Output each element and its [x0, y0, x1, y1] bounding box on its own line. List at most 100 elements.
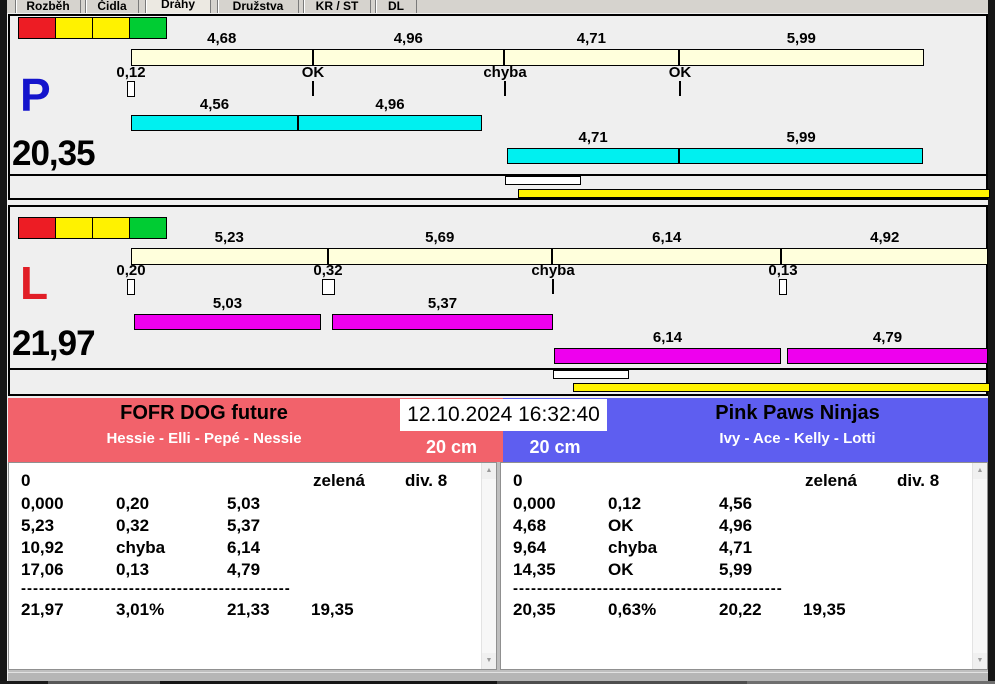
window-left-edge — [0, 0, 7, 684]
tab-rozbeh[interactable]: Rozběh — [15, 0, 81, 13]
lane-p-run-bar-1: 4,56 4,96 — [131, 96, 482, 131]
crossing-marker: chyba — [483, 64, 527, 81]
light-red-icon — [18, 217, 56, 239]
lane-l-run-bar-2b: 4,79 — [787, 329, 988, 364]
sensor-tick-icon — [127, 81, 135, 97]
lap-time: 4,96 — [719, 516, 753, 535]
split-time: 5,23 — [21, 516, 55, 535]
light-status: zelená — [805, 471, 857, 490]
split-time: 10,92 — [21, 538, 64, 557]
split-time: 4,68 — [513, 516, 547, 535]
change-value: 0,13 — [116, 560, 150, 579]
run-time: 4,79 — [872, 329, 903, 346]
start-value: 0 — [513, 471, 523, 490]
lap-time: 5,03 — [227, 494, 261, 513]
right-results-scrollbar[interactable]: ▲ ▼ — [972, 463, 987, 669]
split-time: 0,000 — [21, 494, 64, 513]
change-value: 0,32 — [116, 516, 150, 535]
lane-l-total-time: 21,97 — [12, 324, 96, 363]
tab-label: Rozběh — [26, 0, 70, 13]
split-time: 9,64 — [513, 538, 547, 557]
scroll-up-icon[interactable]: ▲ — [482, 463, 496, 479]
lane-p-total-time: 20,35 — [12, 134, 96, 173]
lap-time: 4,71 — [719, 538, 753, 557]
tab-drahy[interactable]: Dráhy — [145, 0, 211, 13]
right-size-category: 20 cm — [529, 437, 581, 457]
tab-dl[interactable]: DL — [375, 0, 417, 13]
lane-p-run-bar-2: 4,71 5,99 — [507, 129, 923, 164]
segment-time: 5,69 — [425, 229, 455, 246]
tab-label: KR / ST — [315, 0, 359, 13]
sensor-tick-icon — [127, 279, 135, 295]
sensor-tick-icon — [679, 81, 681, 96]
change-value: 0,12 — [608, 494, 642, 513]
segment-time: 4,92 — [870, 229, 900, 246]
run-time: 5,03 — [212, 295, 243, 312]
run-segment: 5,37 — [333, 295, 552, 329]
lap-time: 4,56 — [719, 494, 753, 513]
lap-time: 5,99 — [719, 560, 753, 579]
change-value: chyba — [116, 538, 166, 557]
ruler-segment: 4,71 — [505, 30, 680, 65]
run-time: 5,37 — [427, 295, 458, 312]
crossing-marker: chyba — [531, 262, 575, 279]
lap-time: 5,37 — [227, 516, 261, 535]
total-time: 20,35 — [513, 600, 556, 619]
light-red-icon — [18, 17, 56, 39]
sensor-tick-icon — [552, 279, 554, 294]
left-results-list[interactable]: 0 zelená div. 8 0,000 0,20 5,03 5,23 0,3… — [8, 462, 497, 670]
tab-druzstva[interactable]: Družstva — [217, 0, 299, 13]
segment-time: 5,99 — [786, 30, 816, 47]
change-value: 0,20 — [116, 494, 150, 513]
separator-dashes: ----------------------------------------… — [513, 580, 783, 596]
net-time: 21,33 — [227, 600, 270, 619]
sensor-tick-icon — [322, 279, 335, 295]
right-team-name: Pink Paws Ninjas — [715, 402, 880, 424]
crossing-marker: 0,32 — [313, 262, 343, 279]
sensor-tick-icon — [312, 81, 314, 96]
timestamp: 12.10.2024 16:32:40 — [400, 399, 607, 431]
lane-l-progress-yellow — [573, 383, 990, 392]
crossing-marker: 0,12 — [116, 64, 146, 81]
scroll-down-icon[interactable]: ▼ — [482, 653, 496, 669]
tab-kr-st[interactable]: KR / ST — [303, 0, 371, 13]
divider-line — [8, 368, 988, 370]
light-yellow1-icon — [55, 217, 93, 239]
tab-label: Družstva — [232, 0, 284, 13]
run-segment: 5,99 — [680, 129, 922, 163]
start-value: 0 — [21, 471, 31, 490]
light-status: zelená — [313, 471, 365, 490]
lane-p-progress-white — [505, 176, 581, 185]
run-time: 4,96 — [375, 96, 405, 113]
lap-time: 4,79 — [227, 560, 261, 579]
lane-l-run-bar-2a: 6,14 — [554, 329, 781, 364]
split-time: 14,35 — [513, 560, 556, 579]
sensor-tick-icon — [779, 279, 787, 295]
scroll-down-icon[interactable]: ▼ — [973, 653, 987, 669]
run-segment: 4,79 — [788, 329, 987, 363]
division-label: div. 8 — [405, 471, 448, 490]
light-yellow1-icon — [55, 17, 93, 39]
ruler-segment: 4,68 — [132, 30, 314, 65]
reference-time: 19,35 — [311, 600, 354, 619]
split-time: 17,06 — [21, 560, 64, 579]
app-window: Rozběh Čidla Dráhy Družstva KR / ST DL 4… — [0, 0, 995, 684]
status-strip — [8, 672, 988, 681]
ruler-segment: 4,96 — [314, 30, 506, 65]
separator-dashes: ----------------------------------------… — [21, 580, 291, 596]
total-time: 21,97 — [21, 600, 64, 619]
tab-label: DL — [388, 0, 404, 13]
right-results-list[interactable]: 0 zelená div. 8 0,000 0,12 4,56 4,68 OK … — [500, 462, 988, 670]
scroll-up-icon[interactable]: ▲ — [973, 463, 987, 479]
tab-bar: Rozběh Čidla Dráhy Družstva KR / ST DL — [7, 0, 988, 13]
lane-p-panel: 4,68 4,96 4,71 5,99 0,12 OK chyba OK 4,5… — [8, 14, 990, 200]
left-results-scrollbar[interactable]: ▲ ▼ — [481, 463, 496, 669]
division-label: div. 8 — [897, 471, 940, 490]
tab-cidla[interactable]: Čidla — [85, 0, 139, 13]
lane-l-run-bar-1a: 5,03 — [134, 295, 321, 330]
change-value: OK — [608, 516, 634, 535]
lap-time: 6,14 — [227, 538, 261, 557]
reference-time: 19,35 — [803, 600, 846, 619]
run-segment: 5,03 — [135, 295, 320, 329]
penalty-percent: 3,01% — [116, 600, 165, 619]
